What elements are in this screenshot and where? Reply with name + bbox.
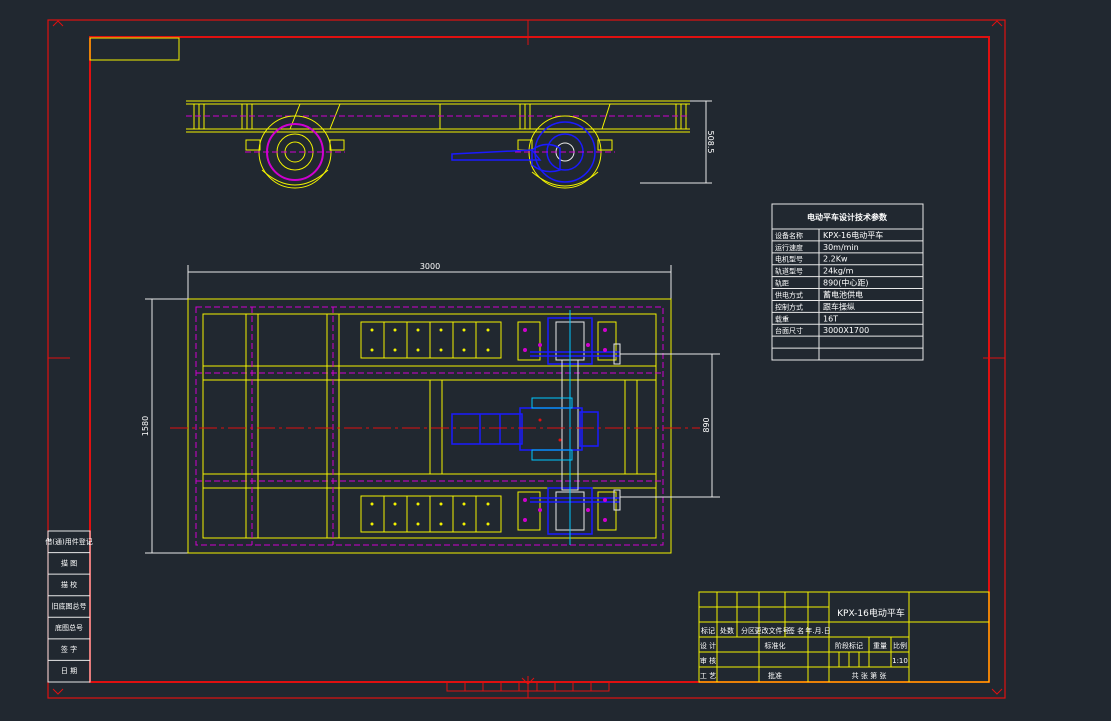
left-strip: 借(通)用件登记描 图描 校旧底图总号底图总号签 字日 期 xyxy=(45,530,93,683)
spec-row-label: 供电方式 xyxy=(775,290,803,299)
title-block-scale: 1:10 xyxy=(892,657,908,665)
outer-sheet-border xyxy=(47,19,1006,699)
title-block-row-label: 审 核 xyxy=(700,656,716,665)
track-gauge-label: 890 xyxy=(702,417,711,432)
side-view: 508.5 xyxy=(186,100,715,189)
spec-table: 电动平车设计技术参数 设备名称 KPX-16电动平车运行速度 30m/min 电机型号… xyxy=(771,203,924,361)
wheel-set-bottom xyxy=(517,487,621,535)
sheets-label: 共 张 第 张 xyxy=(852,671,887,680)
spec-row-value: 蓄电池供电 xyxy=(823,289,863,299)
centering-marks xyxy=(48,20,1005,698)
spec-row-label: 控制方式 xyxy=(775,302,803,311)
spec-row-label: 设备名称 xyxy=(775,231,803,240)
title-block-row-label: 批准 xyxy=(768,671,782,680)
spec-row-label: 台面尺寸 xyxy=(775,326,803,335)
spec-row-value: 30m/min xyxy=(823,243,859,252)
left-strip-label: 旧底图总号 xyxy=(52,602,87,611)
wheel-set-top xyxy=(517,317,621,365)
left-strip-label: 底图总号 xyxy=(55,623,83,632)
spec-row-label: 运行速度 xyxy=(775,243,803,252)
left-strip-label: 借(通)用件登记 xyxy=(45,537,92,546)
spec-table-title: 电动平车设计技术参数 xyxy=(807,212,888,222)
left-strip-label: 描 校 xyxy=(61,580,77,589)
title-block: KPX-16电动平车 1:10 阶段标记 重量 比例 共 张 第 张 标记 处数分… xyxy=(698,591,990,683)
overall-width-label: 1580 xyxy=(141,416,150,436)
height-dimension-label: 508.5 xyxy=(706,131,715,154)
stage-label: 阶段标记 xyxy=(835,641,863,650)
overall-length-label: 3000 xyxy=(420,262,440,271)
left-strip-label: 签 字 xyxy=(61,645,77,654)
spec-row-label: 载重 xyxy=(775,314,789,323)
revision-header: 标记 xyxy=(701,626,715,635)
spec-row-label: 轨距 xyxy=(775,279,789,288)
revision-header: 签 名 xyxy=(788,626,804,635)
spec-row-value: 3000X1700 xyxy=(823,326,869,335)
revision-header: 处数 xyxy=(720,626,734,635)
spec-row-value: 16T xyxy=(823,314,838,323)
bearing-plates-top xyxy=(360,321,502,359)
left-strip-label: 描 图 xyxy=(61,558,77,567)
spec-row-value: 890(中心距) xyxy=(823,278,869,288)
spec-row-value: 2.2Kw xyxy=(823,255,848,264)
plan-view: 3000 1580 890 xyxy=(141,262,720,554)
title-block-drawing-name: KPX-16电动平车 xyxy=(837,607,905,619)
title-block-row-label: 标准化 xyxy=(765,641,786,650)
revision-header: 年.月.日 xyxy=(805,626,830,635)
spec-row-value: KPX-16电动平车 xyxy=(823,230,883,240)
side-view-left-wheel xyxy=(245,115,345,189)
title-block-row-label: 工 艺 xyxy=(700,672,716,680)
revision-header: 分区 xyxy=(741,626,755,635)
motor-gearbox xyxy=(451,397,599,461)
revision-header: 更改文件号 xyxy=(755,626,790,635)
spec-row-value: 跟车操纵 xyxy=(823,301,855,311)
title-block-row-label: 设 计 xyxy=(700,641,716,650)
spec-row-label: 电机型号 xyxy=(775,255,803,264)
side-view-right-wheel xyxy=(451,115,615,189)
cad-drawing: 508.5 3000 1580 890 电动平车设计技术参数 设备名称 KPX-… xyxy=(45,19,1006,699)
spec-row-label: 轨道型号 xyxy=(775,267,803,276)
left-strip-label: 日 期 xyxy=(61,667,77,675)
spec-row-value: 24kg/m xyxy=(823,267,854,276)
overall-width-dimension xyxy=(145,298,188,554)
weight-label: 重量 xyxy=(873,642,887,650)
drawing-number-box xyxy=(89,37,180,61)
scale-label: 比例 xyxy=(893,641,907,650)
bearing-plates-bottom xyxy=(360,495,502,533)
